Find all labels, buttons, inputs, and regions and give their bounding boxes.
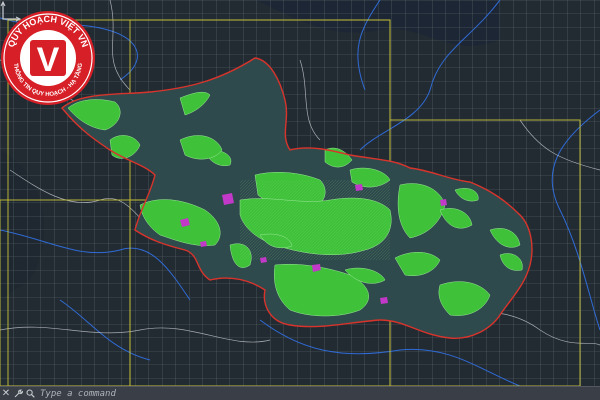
wrench-icon[interactable]: [12, 388, 24, 400]
brand-watermark-badge: V QUY HOẠCH VIỆT VN THÔNG TIN QUY HOẠCH …: [1, 11, 95, 105]
forest-hatch: [240, 180, 390, 260]
close-icon[interactable]: ✕: [0, 388, 12, 400]
logo-letter: V: [37, 41, 60, 79]
command-line-bar: ✕: [0, 386, 600, 400]
drawing-viewport[interactable]: V QUY HOẠCH VIỆT VN THÔNG TIN QUY HOẠCH …: [0, 0, 600, 386]
search-icon[interactable]: [24, 388, 36, 400]
command-input[interactable]: [40, 388, 600, 399]
